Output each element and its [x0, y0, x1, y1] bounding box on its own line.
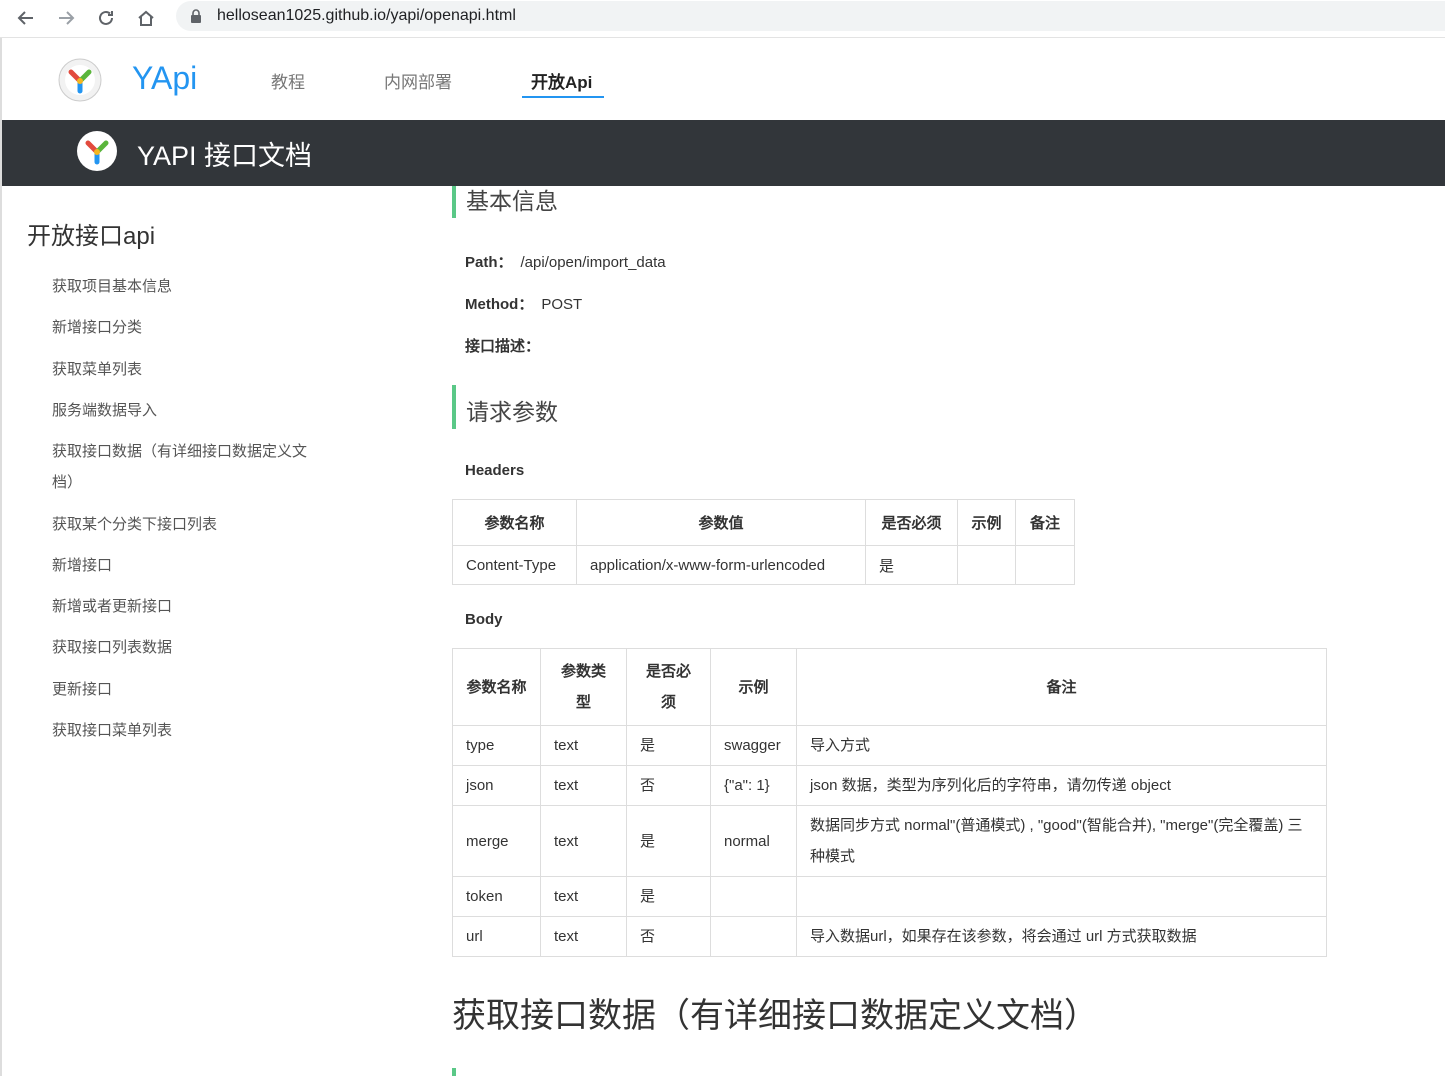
sidebar-item[interactable]: 服务端数据导入	[52, 395, 322, 426]
table-row: type text 是 swagger 导入方式	[452, 725, 1327, 766]
method-value: POST	[541, 296, 583, 313]
column-header: 参数值	[576, 499, 866, 546]
url-text: hellosean1025.github.io/yapi/openapi.htm…	[217, 7, 516, 24]
active-nav-underline	[522, 96, 604, 98]
sidebar-item[interactable]: 新增或者更新接口	[52, 591, 322, 622]
table-row: url text 否 导入数据url，如果存在该参数，将会通过 url 方式获取…	[452, 916, 1327, 957]
body-table: 参数名称 参数类型 是否必须 示例 备注 type text 是 swagger…	[452, 648, 1327, 957]
yapi-logo-icon[interactable]	[58, 58, 102, 102]
table-cell: text	[540, 916, 627, 957]
table-cell: 否	[626, 765, 711, 806]
sidebar-item[interactable]: 新增接口分类	[52, 312, 322, 343]
table-cell: 是	[626, 805, 711, 877]
lock-icon	[191, 9, 201, 23]
sidebar-item[interactable]: 获取接口列表数据	[52, 632, 322, 663]
column-header: 是否必须	[865, 499, 958, 546]
path-field: Path： /api/open/import_data	[465, 251, 666, 272]
table-cell: json 数据，类型为序列化后的字符串，请勿传递 object	[796, 765, 1327, 806]
banner-title: YAPI 接口文档	[137, 141, 313, 171]
page-edge	[0, 38, 2, 1076]
table-cell: 是	[865, 545, 958, 585]
sidebar-item[interactable]: 获取项目基本信息	[52, 271, 322, 302]
table-cell: text	[540, 765, 627, 806]
nav-deploy[interactable]: 内网部署	[384, 68, 452, 93]
desc-field: 接口描述：	[465, 335, 548, 356]
table-cell: url	[452, 916, 541, 957]
path-value: /api/open/import_data	[520, 254, 666, 271]
forward-arrow-icon[interactable]	[52, 4, 80, 32]
sidebar-item[interactable]: 获取接口数据（有详细接口数据定义文档）	[52, 436, 322, 498]
column-header: 备注	[1015, 499, 1075, 546]
site-title[interactable]: YApi	[132, 60, 197, 97]
section-accent-bar	[452, 186, 456, 218]
table-cell	[796, 876, 1327, 917]
table-row: merge text 是 normal 数据同步方式 normal"(普通模式)…	[452, 805, 1327, 877]
column-header: 是否必须	[626, 648, 711, 726]
table-cell: text	[540, 805, 627, 877]
table-cell: 是	[626, 725, 711, 766]
table-cell: 数据同步方式 normal"(普通模式) , "good"(智能合并), "me…	[796, 805, 1327, 877]
nav-tutorial[interactable]: 教程	[271, 68, 305, 93]
column-header: 备注	[796, 648, 1327, 726]
table-row: token text 是	[452, 876, 1327, 917]
table-cell: type	[452, 725, 541, 766]
sidebar-item[interactable]: 更新接口	[52, 674, 322, 705]
table-row: Content-Type application/x-www-form-urle…	[452, 545, 1075, 585]
sidebar-item[interactable]: 获取某个分类下接口列表	[52, 509, 322, 540]
table-cell: json	[452, 765, 541, 806]
table-cell	[1015, 545, 1075, 585]
reload-icon[interactable]	[92, 4, 120, 32]
headers-table: 参数名称 参数值 是否必须 示例 备注 Content-Type applica…	[452, 499, 1075, 585]
table-cell: normal	[710, 805, 797, 877]
home-icon[interactable]	[132, 4, 160, 32]
column-header: 示例	[957, 499, 1016, 546]
sidebar-item[interactable]: 获取菜单列表	[52, 354, 322, 385]
sidebar-item[interactable]: 获取接口菜单列表	[52, 715, 322, 746]
table-header-row: 参数名称 参数类型 是否必须 示例 备注	[452, 648, 1327, 726]
table-cell	[710, 916, 797, 957]
sidebar-title: 开放接口api	[27, 223, 156, 250]
method-label: Method：	[465, 296, 534, 313]
desc-label: 接口描述：	[465, 338, 541, 355]
table-header-row: 参数名称 参数值 是否必须 示例 备注	[452, 499, 1075, 546]
column-header: 参数名称	[452, 499, 577, 546]
yapi-logo-icon	[77, 131, 117, 171]
table-row: json text 否 {"a": 1} json 数据，类型为序列化后的字符串…	[452, 765, 1327, 806]
table-cell: 导入数据url，如果存在该参数，将会通过 url 方式获取数据	[796, 916, 1327, 957]
table-cell: token	[452, 876, 541, 917]
section-title-request: 请求参数	[466, 399, 558, 425]
section-heading-next: 获取接口数据（有详细接口数据定义文档）	[452, 997, 1098, 1035]
column-header: 参数名称	[452, 648, 541, 726]
table-cell	[710, 876, 797, 917]
table-cell: 否	[626, 916, 711, 957]
doc-banner: YAPI 接口文档	[2, 120, 1445, 186]
section-accent-bar	[452, 1068, 456, 1076]
section-accent-bar	[452, 385, 456, 429]
section-title-basic-info: 基本信息	[466, 188, 558, 214]
table-cell: 导入方式	[796, 725, 1327, 766]
table-cell: text	[540, 876, 627, 917]
table-cell	[957, 545, 1016, 585]
table-cell: 是	[626, 876, 711, 917]
site-header: YApi 教程 内网部署 开放Api	[0, 38, 1445, 120]
headers-title: Headers	[465, 462, 525, 479]
column-header: 参数类型	[540, 648, 627, 726]
table-cell: swagger	[710, 725, 797, 766]
table-cell: {"a": 1}	[710, 765, 797, 806]
nav-open-api[interactable]: 开放Api	[531, 68, 592, 93]
body-title: Body	[465, 611, 503, 628]
path-label: Path：	[465, 254, 513, 271]
address-bar[interactable]: hellosean1025.github.io/yapi/openapi.htm…	[176, 1, 1445, 31]
table-cell: text	[540, 725, 627, 766]
method-field: Method： POST	[465, 293, 582, 314]
browser-toolbar: hellosean1025.github.io/yapi/openapi.htm…	[0, 0, 1445, 38]
table-cell: application/x-www-form-urlencoded	[576, 545, 866, 585]
sidebar-item[interactable]: 新增接口	[52, 550, 322, 581]
back-arrow-icon[interactable]	[12, 4, 40, 32]
table-cell: merge	[452, 805, 541, 877]
table-cell: Content-Type	[452, 545, 577, 585]
column-header: 示例	[710, 648, 797, 726]
